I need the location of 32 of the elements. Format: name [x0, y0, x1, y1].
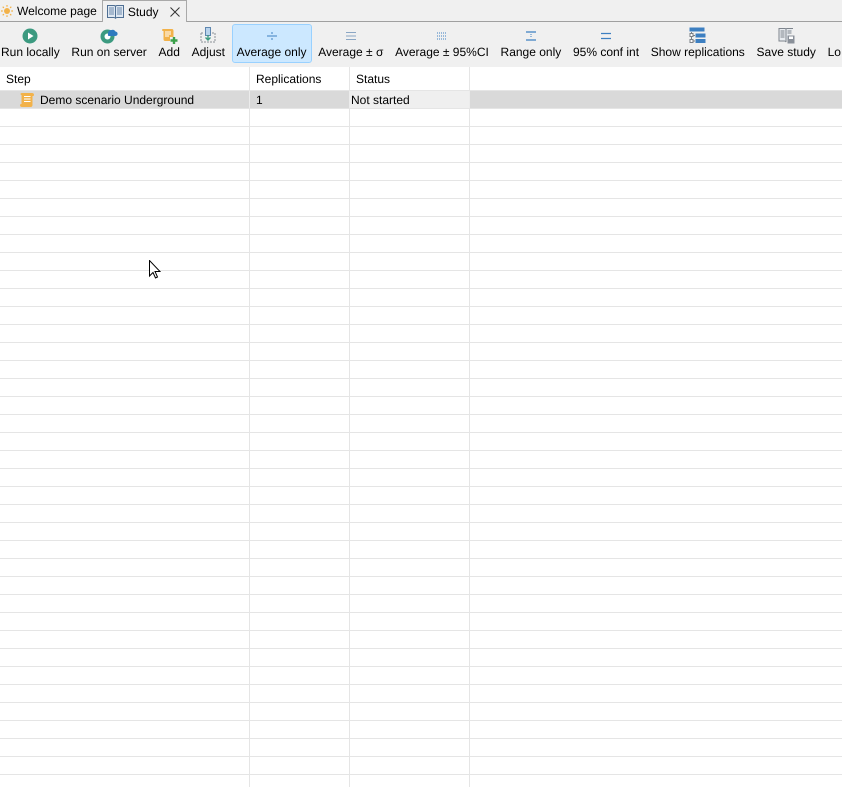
tree-icon: [689, 27, 706, 44]
toolbar-button[interactable]: Show replications: [646, 24, 750, 63]
pointer-cursor-icon: [149, 260, 161, 279]
toolbar-button[interactable]: Lo: [822, 24, 842, 63]
step-name: Demo scenario Underground: [40, 92, 194, 106]
table-row[interactable]: Demo scenario Underground 1 Not started: [0, 91, 842, 109]
scroll-icon: [19, 92, 36, 108]
toolbar-button[interactable]: Range only: [496, 24, 566, 63]
play-icon: [22, 28, 38, 44]
toolbar-button[interactable]: Save study: [752, 24, 821, 63]
book-icon: [106, 4, 124, 18]
ring-cloud-icon: [100, 28, 118, 44]
sun-icon: [1, 5, 13, 17]
toolbar-button[interactable]: Run locally: [0, 24, 65, 63]
three-lines-icon: [346, 30, 356, 40]
toolbar-button[interactable]: Adjust: [186, 24, 230, 63]
tab[interactable]: Study: [102, 0, 187, 22]
close-button[interactable]: [168, 6, 181, 18]
box-arrow-icon: [199, 27, 218, 44]
toolbar-button[interactable]: Add: [154, 24, 185, 63]
two-lines-icon: [601, 30, 611, 40]
close-icon: [170, 6, 180, 16]
toolbar-button[interactable]: Average ± σ: [313, 24, 388, 63]
divide-icon: [266, 30, 277, 40]
scroll-plus-icon: [160, 28, 178, 44]
table-cell: Not started: [350, 91, 470, 108]
toolbar-button[interactable]: 95% conf int: [568, 24, 644, 63]
toolbar-button[interactable]: Average ± 95%CI: [390, 24, 494, 63]
range-icon: [526, 30, 536, 40]
toolbar-button[interactable]: Average only: [232, 24, 312, 63]
dotted-lines-icon: [436, 30, 447, 40]
toolbar-button[interactable]: Run on server: [66, 24, 152, 63]
